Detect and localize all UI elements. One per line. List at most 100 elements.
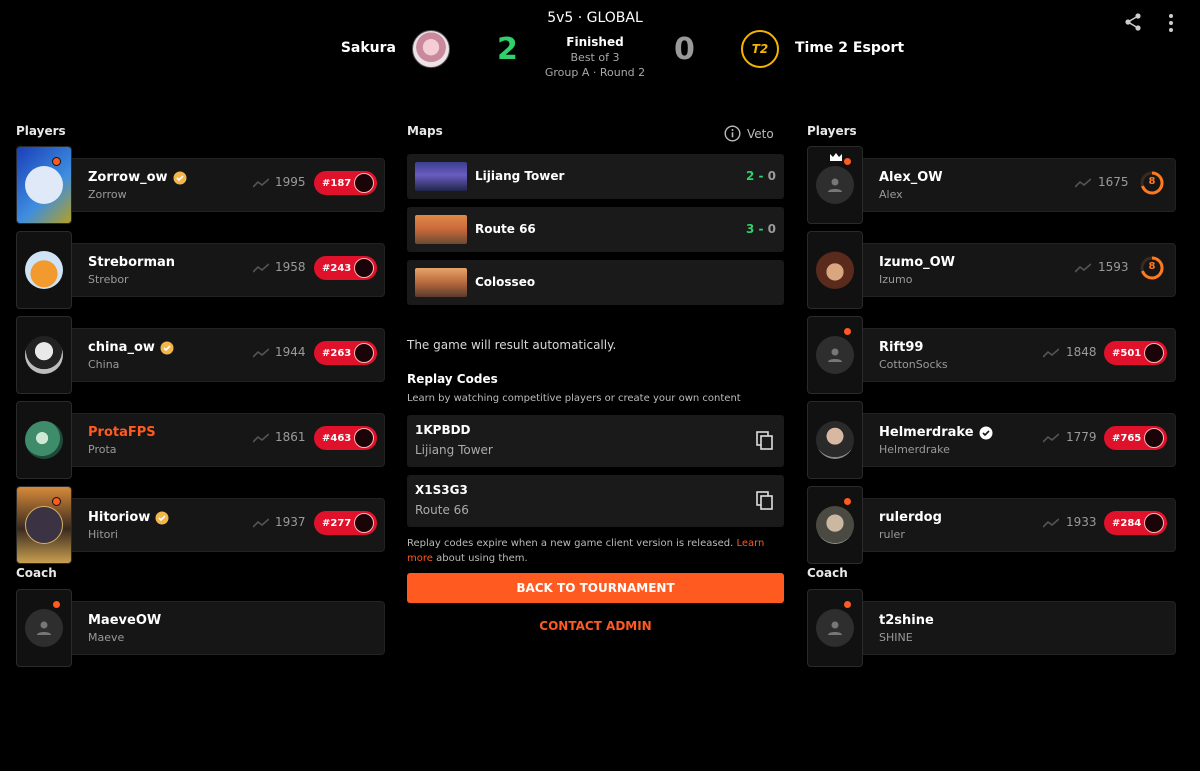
notification-dot bbox=[843, 157, 852, 166]
match-mode: 5v5 · GLOBAL bbox=[547, 10, 643, 26]
player-name[interactable]: Streborman bbox=[88, 255, 175, 270]
player-name[interactable]: Zorrow_ow bbox=[88, 170, 168, 185]
player-card[interactable]: Alex_OW Alex 1675 8 bbox=[807, 146, 1176, 224]
player-name[interactable]: Izumo_OW bbox=[879, 255, 955, 270]
player-card[interactable]: rulerdog ruler 1933 #284 bbox=[807, 486, 1176, 564]
replay-codes-title: Replay Codes bbox=[407, 372, 498, 386]
level-value: 8 bbox=[1148, 176, 1156, 187]
map-name: Lijiang Tower bbox=[475, 169, 565, 183]
player-name[interactable]: Helmerdrake bbox=[879, 425, 974, 440]
trend-icon bbox=[1043, 518, 1059, 528]
player-name[interactable]: rulerdog bbox=[879, 510, 942, 525]
player-alias: Zorrow bbox=[88, 188, 127, 201]
player-alias: Helmerdrake bbox=[879, 443, 950, 456]
map-name: Colosseo bbox=[475, 275, 536, 289]
captain-crown-icon bbox=[830, 153, 842, 161]
match-header: 5v5 · GLOBAL Sakura 2 Finished Best of 3… bbox=[0, 0, 1200, 100]
veto-link[interactable]: Veto bbox=[747, 127, 774, 141]
rank-badge: #765 bbox=[1104, 426, 1167, 450]
player-card[interactable]: Zorrow_ow Zorrow 1995 #187 bbox=[16, 146, 385, 224]
coach-alias: Maeve bbox=[88, 631, 125, 644]
team-left-score: 2 bbox=[497, 32, 518, 67]
more-vertical-icon[interactable] bbox=[1163, 13, 1179, 33]
map-score: 2 - 0 bbox=[746, 169, 776, 183]
team-left-name[interactable]: Sakura bbox=[341, 40, 396, 56]
map-name: Route 66 bbox=[475, 222, 536, 236]
player-name-row: china_ow bbox=[88, 340, 174, 355]
team-right-name[interactable]: Time 2 Esport bbox=[795, 40, 904, 56]
notification-dot bbox=[52, 600, 61, 609]
player-card[interactable]: Rift99 CottonSocks 1848 #501 bbox=[807, 316, 1176, 394]
player-card[interactable]: Helmerdrake Helmerdrake 1779 #765 bbox=[807, 401, 1176, 479]
replay-code-row: 1KPBDD Lijiang Tower bbox=[407, 415, 784, 467]
player-card[interactable]: Hitoriow Hitori 1937 #277 bbox=[16, 486, 385, 564]
team-left-logo[interactable] bbox=[412, 30, 450, 68]
notification-dot bbox=[843, 497, 852, 506]
coach-name[interactable]: MaeveOW bbox=[88, 613, 161, 628]
player-card[interactable]: Izumo_OW Izumo 1593 8 bbox=[807, 231, 1176, 309]
team-right-logo[interactable]: T2 bbox=[741, 30, 779, 68]
player-name-row: Helmerdrake bbox=[879, 425, 993, 440]
player-alias: Alex bbox=[879, 188, 903, 201]
player-alias: ruler bbox=[879, 528, 905, 541]
map-score-right: 0 bbox=[767, 222, 776, 236]
player-name[interactable]: Alex_OW bbox=[879, 170, 943, 185]
copy-icon[interactable] bbox=[756, 431, 774, 451]
map-row[interactable]: Route 66 3 - 0 bbox=[407, 207, 784, 252]
player-name-row: ProtaFPS bbox=[88, 425, 156, 440]
notification-dot bbox=[52, 497, 61, 506]
contact-admin-button[interactable]: CONTACT ADMIN bbox=[407, 616, 784, 636]
coach-card[interactable]: MaeveOW Maeve bbox=[16, 589, 385, 667]
replay-code: X1S3G3 bbox=[415, 483, 468, 497]
replay-code-map: Lijiang Tower bbox=[415, 443, 493, 457]
back-to-tournament-button[interactable]: BACK TO TOURNAMENT bbox=[407, 573, 784, 603]
trend-icon bbox=[253, 433, 269, 443]
right-coach-title: Coach bbox=[807, 566, 848, 580]
player-name[interactable]: Rift99 bbox=[879, 340, 923, 355]
level-value: 8 bbox=[1148, 261, 1156, 272]
rank-emblem-icon bbox=[354, 428, 374, 448]
verified-badge-icon bbox=[155, 511, 169, 524]
map-row[interactable]: Colosseo bbox=[407, 260, 784, 305]
rank-value: #284 bbox=[1112, 517, 1142, 529]
player-banner bbox=[807, 231, 863, 309]
replay-code-map: Route 66 bbox=[415, 503, 469, 517]
coach-card[interactable]: t2shine SHINE bbox=[807, 589, 1176, 667]
map-score-dash: - bbox=[754, 169, 768, 183]
player-card[interactable]: china_ow China 1944 #263 bbox=[16, 316, 385, 394]
player-name[interactable]: Hitoriow bbox=[88, 510, 150, 525]
player-banner bbox=[16, 316, 72, 394]
info-icon[interactable] bbox=[724, 125, 741, 142]
match-group-round: Group A · Round 2 bbox=[544, 66, 646, 79]
rank-emblem-icon bbox=[1144, 428, 1164, 448]
rank-value: #277 bbox=[322, 517, 352, 529]
player-name[interactable]: ProtaFPS bbox=[88, 425, 156, 440]
expire-tail: about using them. bbox=[436, 553, 528, 564]
player-card[interactable]: Streborman Strebor 1958 #243 bbox=[16, 231, 385, 309]
player-name[interactable]: china_ow bbox=[88, 340, 155, 355]
share-icon[interactable] bbox=[1123, 12, 1143, 32]
left-coach-title: Coach bbox=[16, 566, 57, 580]
trend-icon bbox=[253, 178, 269, 188]
coach-name[interactable]: t2shine bbox=[879, 613, 934, 628]
copy-icon[interactable] bbox=[756, 491, 774, 511]
user-placeholder-icon bbox=[828, 178, 842, 192]
player-rating: 1861 bbox=[275, 430, 306, 444]
player-alias: Hitori bbox=[88, 528, 118, 541]
expire-text: Replay codes expire when a new game clie… bbox=[407, 538, 734, 549]
player-banner bbox=[16, 486, 72, 564]
map-thumbnail bbox=[415, 268, 467, 297]
player-card[interactable]: ProtaFPS Prota 1861 #463 bbox=[16, 401, 385, 479]
map-row[interactable]: Lijiang Tower 2 - 0 bbox=[407, 154, 784, 199]
rank-value: #187 bbox=[322, 177, 352, 189]
rank-emblem-icon bbox=[354, 343, 374, 363]
maps-title: Maps bbox=[407, 124, 443, 138]
notification-dot bbox=[52, 157, 61, 166]
trend-icon bbox=[1043, 433, 1059, 443]
rank-emblem-icon bbox=[354, 173, 374, 193]
player-name-row: MaeveOW bbox=[88, 613, 161, 628]
trend-icon bbox=[1075, 178, 1091, 188]
player-name-row: Streborman bbox=[88, 255, 175, 270]
map-thumbnail bbox=[415, 162, 467, 191]
trend-icon bbox=[253, 348, 269, 358]
